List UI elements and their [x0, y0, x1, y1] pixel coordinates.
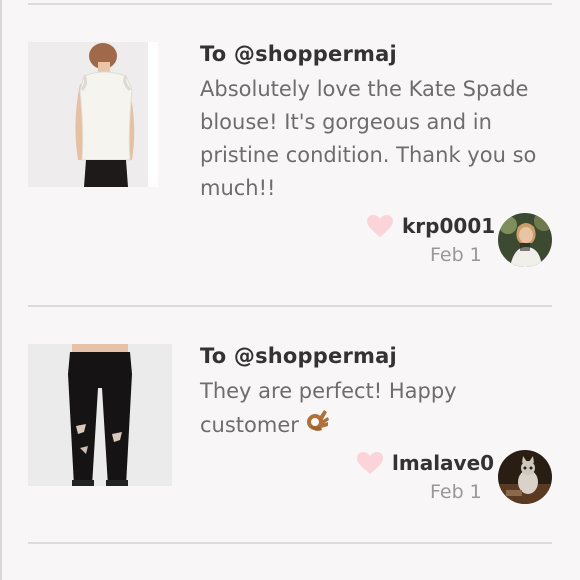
avatar[interactable]	[498, 450, 552, 504]
user-avatar-photo-icon	[498, 213, 552, 267]
white-blouse-photo-icon	[28, 42, 158, 187]
heart-icon[interactable]	[366, 214, 394, 238]
comment-text: They are perfect! Happy customer	[200, 375, 560, 444]
username[interactable]: krp0001	[402, 214, 495, 238]
comment-date: Feb 1	[430, 244, 482, 266]
comment-author[interactable]: lmalave0	[356, 446, 494, 480]
divider	[28, 3, 552, 5]
username[interactable]: lmalave0	[392, 451, 494, 475]
black-jeans-photo-icon	[28, 344, 172, 486]
ok-hand-emoji-icon	[306, 408, 330, 444]
recipient-label[interactable]: To @shoppermaj	[200, 344, 397, 368]
listing-thumbnail-blouse[interactable]	[28, 42, 158, 187]
divider	[28, 542, 552, 544]
comment-author[interactable]: krp0001	[366, 209, 495, 243]
heart-icon[interactable]	[356, 451, 384, 475]
listing-thumbnail-jeans[interactable]	[28, 344, 172, 486]
comment-text: Absolutely love the Kate Spade blouse! I…	[200, 77, 537, 200]
comment-date: Feb 1	[430, 481, 482, 503]
cat-avatar-photo-icon	[498, 450, 552, 504]
frame-edge	[0, 0, 2, 580]
recipient-label[interactable]: To @shoppermaj	[200, 42, 397, 66]
divider	[28, 305, 552, 307]
avatar[interactable]	[498, 213, 552, 267]
